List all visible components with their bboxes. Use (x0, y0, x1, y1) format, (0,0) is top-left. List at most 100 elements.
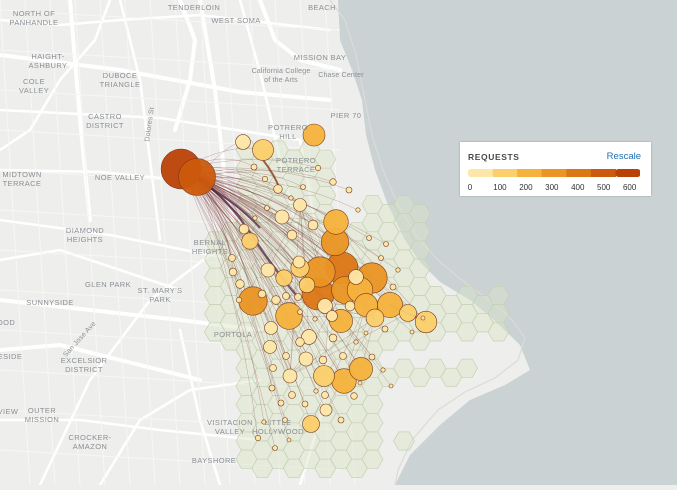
request-node[interactable] (323, 209, 349, 235)
request-node[interactable] (292, 255, 306, 269)
request-node[interactable] (252, 215, 258, 221)
request-node[interactable] (365, 308, 385, 328)
neighborhood-label: MIDTOWN TERRACE (2, 170, 42, 188)
request-node[interactable] (288, 391, 296, 399)
request-node[interactable] (414, 310, 438, 334)
request-node[interactable] (378, 255, 384, 261)
request-node[interactable] (288, 195, 294, 201)
request-node[interactable] (319, 403, 333, 417)
request-node[interactable] (395, 267, 401, 273)
neighborhood-label: OUTER MISSION (24, 406, 60, 424)
request-node[interactable] (178, 158, 216, 196)
request-node[interactable] (381, 325, 389, 333)
request-node[interactable] (301, 400, 309, 408)
legend-color-swatch (541, 169, 567, 177)
neighborhood-label: PIER 70 (330, 111, 362, 120)
request-node[interactable] (329, 178, 337, 186)
request-node[interactable] (349, 357, 373, 381)
request-node[interactable] (318, 355, 328, 365)
request-node[interactable] (228, 267, 238, 277)
request-node[interactable] (260, 262, 276, 278)
request-node[interactable] (313, 365, 335, 387)
request-node[interactable] (363, 330, 369, 336)
legend-color-swatch (468, 169, 494, 177)
request-node[interactable] (389, 283, 397, 291)
request-node[interactable] (274, 209, 290, 225)
request-node[interactable] (264, 321, 278, 335)
request-node[interactable] (366, 235, 372, 241)
request-node[interactable] (312, 316, 318, 322)
neighborhood-label: ST. MARY'S PARK (137, 286, 183, 304)
request-node[interactable] (294, 293, 302, 301)
request-node[interactable] (228, 254, 236, 262)
request-node[interactable] (257, 289, 267, 299)
request-node[interactable] (357, 380, 363, 386)
request-node[interactable] (277, 399, 285, 407)
request-node[interactable] (264, 205, 270, 211)
request-node[interactable] (293, 198, 307, 212)
request-node[interactable] (321, 391, 329, 399)
request-node[interactable] (282, 292, 290, 300)
neighborhood-label: WEST SOMA (211, 16, 261, 25)
request-node[interactable] (348, 269, 364, 285)
request-node[interactable] (350, 392, 358, 400)
request-node[interactable] (307, 219, 319, 231)
request-node[interactable] (286, 229, 298, 241)
request-node[interactable] (295, 337, 305, 347)
request-node[interactable] (337, 416, 345, 424)
request-node[interactable] (297, 309, 303, 315)
neighborhood-label: COLE VALLEY (18, 77, 50, 95)
request-node[interactable] (302, 415, 320, 433)
request-node[interactable] (273, 184, 283, 194)
request-node[interactable] (345, 186, 353, 194)
request-node[interactable] (252, 139, 274, 161)
request-node[interactable] (250, 163, 258, 171)
request-node[interactable] (255, 434, 262, 441)
request-node[interactable] (300, 184, 306, 190)
request-node[interactable] (326, 310, 338, 322)
request-node[interactable] (328, 333, 338, 343)
request-node[interactable] (286, 437, 292, 443)
request-node[interactable] (282, 352, 290, 360)
neighborhood-label: GLEN PARK (85, 280, 131, 289)
neighborhood-label: CASTRO DISTRICT (86, 112, 124, 130)
request-node[interactable] (241, 232, 259, 250)
rescale-button[interactable]: Rescale (607, 151, 641, 162)
legend-color-swatch (566, 169, 592, 177)
legend-color-scale (468, 169, 640, 177)
request-node[interactable] (344, 300, 356, 312)
request-node[interactable] (298, 276, 316, 294)
request-node[interactable] (353, 339, 359, 345)
request-node[interactable] (383, 241, 389, 247)
request-node[interactable] (263, 340, 277, 354)
request-node[interactable] (409, 329, 415, 335)
request-node[interactable] (355, 207, 361, 213)
request-node[interactable] (271, 295, 281, 305)
request-node[interactable] (269, 364, 277, 372)
legend-color-swatch (590, 169, 616, 177)
request-node[interactable] (298, 351, 314, 367)
legend-tick-label: 600 (622, 183, 637, 192)
request-node[interactable] (275, 302, 303, 330)
request-node[interactable] (339, 352, 347, 360)
request-node[interactable] (420, 315, 426, 321)
legend-color-swatch (615, 169, 640, 177)
request-node[interactable] (236, 296, 243, 303)
request-node[interactable] (261, 176, 268, 183)
request-node[interactable] (238, 223, 250, 235)
request-node[interactable] (235, 134, 251, 150)
request-node[interactable] (368, 353, 376, 361)
request-node[interactable] (313, 388, 319, 394)
request-node[interactable] (235, 279, 245, 289)
request-node[interactable] (380, 367, 386, 373)
request-node[interactable] (282, 368, 298, 384)
request-node[interactable] (388, 383, 394, 389)
request-node[interactable] (268, 384, 276, 392)
request-node[interactable] (314, 165, 321, 172)
request-node[interactable] (399, 304, 417, 322)
map-canvas[interactable]: NORTH OF PANHANDLE HAIGHT- ASHBURY COLE VALLE… (0, 0, 677, 487)
request-node[interactable] (275, 269, 293, 287)
neighborhood-label: California College of the Arts (251, 68, 311, 84)
request-node[interactable] (272, 445, 278, 451)
neighborhood-label: NORTH OF PANHANDLE (9, 9, 59, 27)
